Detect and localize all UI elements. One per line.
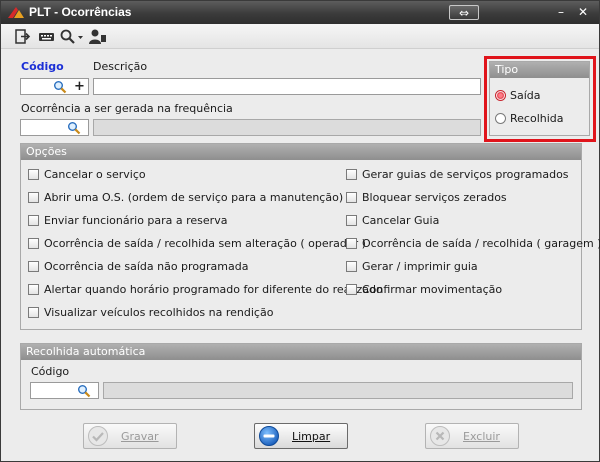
title-bar: PLT - Ocorrências ⇔ – ✕ [1, 1, 599, 24]
tipo-highlight-box [484, 56, 596, 142]
checkbox[interactable] [346, 191, 357, 203]
opcoes-group: Opções Cancelar o serviço Abrir uma O.S.… [20, 143, 600, 330]
ocorrencia-code-input[interactable] [21, 120, 65, 135]
chk-label: Abrir uma O.S. (ordem de serviço para a … [44, 190, 344, 204]
checkbox[interactable] [28, 214, 39, 226]
chk-abrir-os[interactable]: Abrir uma O.S. (ordem de serviço para a … [28, 190, 343, 204]
excluir-button[interactable]: Excluir [425, 423, 519, 449]
chk-cancelar-servico[interactable]: Cancelar o serviço [28, 167, 146, 181]
close-button[interactable]: ✕ [575, 5, 591, 20]
chk-label: Gerar / imprimir guia [362, 259, 478, 273]
app-logo-icon [8, 7, 24, 18]
chk-label: Alertar quando horário programado for di… [44, 282, 383, 296]
descricao-field[interactable] [93, 78, 481, 95]
chk-label: Enviar funcionário para a reserva [44, 213, 228, 227]
checkbox[interactable] [346, 237, 357, 249]
chk-label: Gerar guias de serviços programados [362, 167, 569, 181]
checkbox[interactable] [346, 214, 357, 226]
chk-confirmar-movimentacao[interactable]: Confirmar movimentação [346, 282, 502, 296]
chk-alertar-horario[interactable]: Alertar quando horário programado for di… [28, 282, 383, 296]
minimize-button[interactable]: – [553, 5, 569, 20]
chk-enviar-reserva[interactable]: Enviar funcionário para a reserva [28, 213, 227, 227]
chk-bloquear-zerados[interactable]: Bloquear serviços zerados [346, 190, 507, 204]
ocorrencia-code-field[interactable] [20, 119, 89, 136]
restore-button[interactable]: ⇔ [449, 5, 479, 20]
chk-saida-garagem[interactable]: Ocorrência de saída / recolhida ( garage… [346, 236, 600, 250]
checkbox[interactable] [28, 191, 39, 203]
descricao-label: Descrição [93, 60, 148, 73]
checkbox[interactable] [28, 283, 39, 295]
limpar-label: Limpar [292, 429, 331, 443]
checkbox[interactable] [28, 306, 39, 318]
codigo-field[interactable]: + [20, 78, 89, 95]
check-icon [88, 426, 108, 446]
recolhida-desc-input [104, 383, 572, 398]
chk-label: Ocorrência de saída / recolhida ( garage… [362, 236, 600, 250]
recolhida-group: Recolhida automática Código [20, 343, 582, 410]
chk-visualizar-recolhidos[interactable]: Visualizar veículos recolhidos na rendiç… [28, 305, 273, 319]
ocorrencia-label: Ocorrência a ser gerada na frequência [21, 102, 233, 115]
checkbox[interactable] [346, 283, 357, 295]
chk-gerar-imprimir-guia[interactable]: Gerar / imprimir guia [346, 259, 478, 273]
ocorrencia-desc-field [93, 119, 481, 136]
toolbar [1, 24, 599, 49]
chk-cancelar-guia[interactable]: Cancelar Guia [346, 213, 439, 227]
recolhida-codigo-input[interactable] [31, 383, 75, 398]
checkbox[interactable] [346, 260, 357, 272]
recolhida-codigo-label: Código [31, 365, 70, 378]
chk-label: Ocorrência de saída / recolhida sem alte… [44, 236, 366, 250]
chk-saida-sem-alteracao[interactable]: Ocorrência de saída / recolhida sem alte… [28, 236, 366, 250]
checkbox[interactable] [346, 168, 357, 180]
gravar-label: Gravar [121, 429, 159, 443]
search-icon[interactable] [53, 80, 67, 94]
chk-label: Cancelar o serviço [44, 167, 146, 181]
opcoes-header: Opções [21, 144, 581, 160]
descricao-input[interactable] [94, 79, 480, 94]
keyboard-icon[interactable] [38, 28, 55, 45]
exit-icon[interactable] [15, 28, 31, 45]
search-icon[interactable] [77, 384, 91, 398]
checkbox[interactable] [28, 168, 39, 180]
chk-label: Confirmar movimentação [362, 282, 503, 296]
chk-gerar-guias[interactable]: Gerar guias de serviços programados [346, 167, 569, 181]
delete-icon [430, 426, 450, 446]
chk-label: Ocorrência de saída não programada [44, 259, 249, 273]
search-dropdown-icon[interactable] [59, 28, 85, 45]
recolhida-desc-field [103, 382, 573, 399]
chk-label: Bloquear serviços zerados [362, 190, 507, 204]
codigo-label: Código [21, 60, 64, 73]
ocorrencia-desc-input [94, 120, 480, 135]
window-title: PLT - Ocorrências [29, 5, 132, 19]
recolhida-header: Recolhida automática [21, 344, 581, 360]
search-icon[interactable] [67, 121, 81, 135]
add-icon[interactable]: + [74, 80, 85, 93]
minus-circle-icon [259, 426, 279, 446]
excluir-label: Excluir [463, 429, 500, 443]
user-icon[interactable] [89, 28, 107, 45]
chk-label: Cancelar Guia [362, 213, 440, 227]
checkbox[interactable] [28, 237, 39, 249]
chk-saida-nao-programada[interactable]: Ocorrência de saída não programada [28, 259, 248, 273]
checkbox[interactable] [28, 260, 39, 272]
main-window: PLT - Ocorrências ⇔ – ✕ Código Descrição [0, 0, 600, 462]
recolhida-codigo-field[interactable] [30, 382, 99, 399]
limpar-button[interactable]: Limpar [254, 423, 348, 449]
chk-label: Visualizar veículos recolhidos na rendiç… [44, 305, 274, 319]
gravar-button[interactable]: Gravar [83, 423, 177, 449]
